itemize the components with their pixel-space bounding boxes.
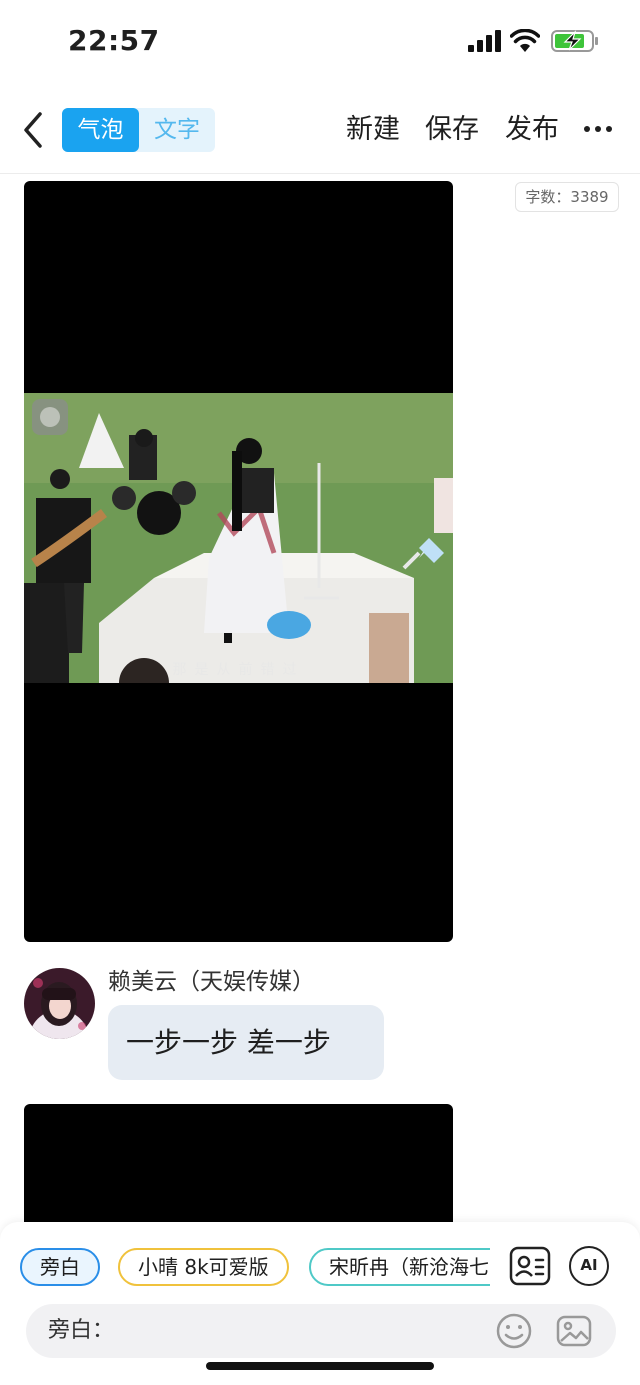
video-subtitle: 那是从前错过: [172, 662, 305, 678]
video-card[interactable]: 那是从前错过: [24, 181, 453, 942]
video-card[interactable]: [24, 1104, 453, 1222]
image-icon[interactable]: [556, 1313, 592, 1349]
role-chip-songxinran[interactable]: 宋昕冉（新沧海七: [309, 1248, 490, 1286]
word-count-badge: 字数：3389: [515, 182, 619, 212]
status-time: 22:57: [68, 24, 160, 57]
message-author: 赖美云（天娱传媒）: [108, 969, 315, 995]
avatar[interactable]: [24, 968, 95, 1039]
story-content[interactable]: 字数：3389 那是从前错过 赖美云（天娱传媒） 一步一步 差一步: [0, 175, 640, 1222]
bottom-panel: 旁白 小晴 8k可爱版 宋昕冉（新沧海七 AI 旁白：: [0, 1222, 640, 1385]
publish-button[interactable]: 发布: [505, 112, 559, 148]
status-bar: 22:57: [0, 0, 640, 84]
concert-video-frame: [24, 393, 453, 683]
nav-bar: 气泡 文字 新建 保存 发布: [0, 86, 640, 174]
mode-toggle: 气泡 文字: [62, 108, 215, 152]
more-horizontal-icon[interactable]: [584, 126, 612, 134]
battery-charging-icon: [551, 29, 598, 52]
role-selector[interactable]: 旁白 小晴 8k可爱版 宋昕冉（新沧海七: [20, 1248, 490, 1288]
role-chip-xiaoqing[interactable]: 小晴 8k可爱版: [118, 1248, 289, 1286]
input-role-label: 旁白：: [48, 1318, 115, 1343]
message-bubble[interactable]: 一步一步 差一步: [108, 1005, 384, 1080]
chevron-left-icon[interactable]: [18, 110, 48, 150]
contact-card-icon[interactable]: [509, 1246, 551, 1286]
input-bar: 旁白：: [26, 1304, 616, 1358]
role-chip-narrator[interactable]: 旁白: [20, 1248, 100, 1286]
ai-button[interactable]: AI: [569, 1246, 609, 1286]
avatar-image: [24, 968, 95, 1039]
message-input[interactable]: [116, 1312, 486, 1350]
mode-bubble-tab[interactable]: 气泡: [62, 108, 139, 152]
smile-icon[interactable]: [496, 1313, 532, 1349]
save-button[interactable]: 保存: [425, 112, 479, 148]
new-button[interactable]: 新建: [346, 112, 400, 148]
mode-text-tab[interactable]: 文字: [139, 108, 215, 152]
home-indicator[interactable]: [206, 1362, 434, 1370]
wifi-icon: [510, 29, 540, 52]
cellular-signal-icon: [468, 30, 501, 52]
